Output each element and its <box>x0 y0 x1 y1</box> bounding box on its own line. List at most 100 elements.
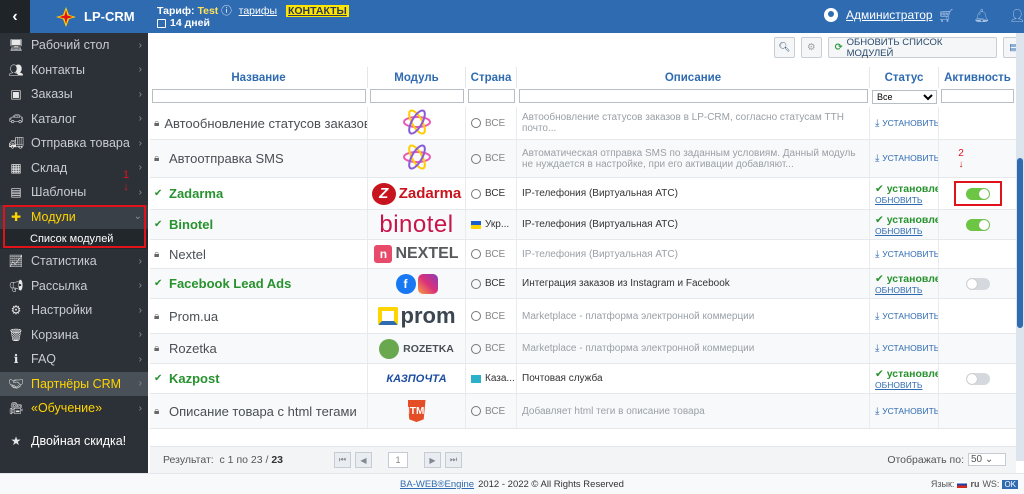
installed-status: установлен <box>875 183 938 195</box>
contacts-link[interactable]: КОНТАКТЫ <box>285 5 349 17</box>
table-row[interactable]: ✔ Facebook Lead Ads f ВСЕ Интеграция заказов… <box>150 269 1016 299</box>
table-row[interactable]: ✔ Binotel binotel Укр... IP-телефония (Вирту… <box>150 210 1016 240</box>
header-module[interactable]: Модуль <box>368 67 466 88</box>
header-status[interactable]: Статус <box>870 67 939 88</box>
module-logo: n NEXTEL <box>368 240 466 268</box>
search-button[interactable]: 🔍︎ <box>774 37 795 58</box>
settings-button[interactable]: ⚙ <box>800 37 822 58</box>
chevron-right-icon: › <box>138 137 142 149</box>
filter-name-input[interactable] <box>152 89 366 103</box>
filter-module-input[interactable] <box>370 89 464 103</box>
sidebar-item[interactable]: 🤝︎ Партнёры CRM › <box>0 371 148 396</box>
filter-active-input[interactable] <box>941 89 1014 103</box>
module-name[interactable]: ✔ Kazpost <box>150 364 368 393</box>
module-name[interactable]: 🔒︎ Nextel <box>150 240 368 268</box>
instagram-icon <box>417 273 438 294</box>
tariffs-link[interactable]: тарифы <box>239 5 277 17</box>
page-number[interactable]: 1 <box>388 452 408 468</box>
scrollbar[interactable] <box>1016 33 1024 461</box>
update-modules-button[interactable]: ⟳ ОБНОВИТЬ СПИСОК МОДУЛЕЙ <box>827 37 998 59</box>
prev-page-button[interactable]: ◀ <box>355 452 372 468</box>
sidebar-item[interactable]: 📈︎ Статистика › <box>0 249 148 274</box>
install-link[interactable]: УСТАНОВИТЬ <box>875 343 938 354</box>
user-name[interactable]: Администратор <box>846 8 933 22</box>
module-name[interactable]: 🔒︎ Автоотправка SMS <box>150 140 368 177</box>
scrollbar-thumb[interactable] <box>1017 158 1023 328</box>
prom-logo-text: prom <box>400 303 456 328</box>
prom-logo: prom <box>377 303 456 329</box>
update-link[interactable]: ОБНОВИТЬ <box>875 285 923 295</box>
info-icon[interactable]: ⓘ <box>221 5 232 17</box>
bell-icon[interactable]: 🔔︎ <box>974 8 991 24</box>
globe-icon <box>471 188 481 199</box>
table-row[interactable]: 🔒︎ Rozetka ROZETKA ВСЕ Marketplace - платфор… <box>150 334 1016 364</box>
lock-icon: 🔒︎ <box>154 117 160 129</box>
per-page-select[interactable]: 50 ⌄ <box>968 453 1006 466</box>
sidebar-item[interactable]: ▣ Заказы › <box>0 82 148 107</box>
module-name[interactable]: ✔ Facebook Lead Ads <box>150 269 368 298</box>
engine-link[interactable]: BA-WEB®Engine <box>400 479 474 490</box>
update-link[interactable]: ОБНОВИТЬ <box>875 380 923 390</box>
sidebar-item[interactable]: 🎥︎ «Обучение» › <box>0 396 148 421</box>
install-link[interactable]: УСТАНОВИТЬ <box>875 311 938 322</box>
module-name[interactable]: 🔒︎ Автообновление статусов заказов <box>150 107 368 139</box>
active-toggle[interactable] <box>965 277 990 290</box>
language-switch[interactable]: Язык: ru WS: OK <box>931 479 1018 489</box>
sidebar-item[interactable]: ★ Двойная скидка! <box>0 429 148 454</box>
update-link[interactable]: ОБНОВИТЬ <box>875 195 923 205</box>
zadarma-logo: Z Zadarma <box>371 182 462 205</box>
install-link[interactable]: УСТАНОВИТЬ <box>875 406 938 417</box>
table-row[interactable]: 🔒︎ Nextel n NEXTEL ВСЕ IP-телефония (Виртуаль… <box>150 240 1016 269</box>
handshake-icon: 🤝︎ <box>8 376 24 391</box>
module-name[interactable]: 🔒︎ Rozetka <box>150 334 368 363</box>
install-link[interactable]: УСТАНОВИТЬ <box>875 249 938 260</box>
zadarma-logo-text: Zadarma <box>398 185 462 202</box>
sidebar-item[interactable]: 🚚︎ Отправка товара › <box>0 131 148 156</box>
header-country[interactable]: Страна <box>466 67 517 88</box>
next-page-button[interactable]: ▶ <box>424 452 441 468</box>
footer: BA-WEB®Engine 2012 - 2022 © All Rights R… <box>0 473 1024 494</box>
filter-description-input[interactable] <box>519 89 868 103</box>
table-row[interactable]: 🔒︎ Автообновление статусов заказов ВСЕ Авто… <box>150 107 1016 140</box>
sidebar-item[interactable]: 👥︎ Контакты › <box>0 58 148 83</box>
header-name[interactable]: Название <box>150 67 368 88</box>
user-menu[interactable]: Администратор <box>824 8 933 22</box>
table-row[interactable]: ✔ Zadarma Z Zadarma ВСЕ IP-телефония (Виртуал… <box>150 178 1016 210</box>
users-icon: 👥︎ <box>8 62 24 77</box>
table-row[interactable]: 🔒︎ Автоотправка SMS ВСЕ Автоматическая отпр… <box>150 140 1016 178</box>
module-name[interactable]: ✔ Zadarma <box>150 178 368 209</box>
user-icon[interactable]: 👤︎ <box>1009 8 1024 24</box>
sidebar-item[interactable]: ℹ FAQ › <box>0 347 148 372</box>
tariff-info: Тариф: Test ⓘ тарифы КОНТАКТЫ <box>157 3 349 18</box>
last-page-button[interactable]: ⏭ <box>445 452 462 468</box>
table-row[interactable]: ✔KazpostКАЗПОЧТАКаза...Почтовая службаус… <box>150 364 1016 394</box>
sidebar-item[interactable]: 🖥︎ Рабочий стол › <box>0 33 148 58</box>
table-row[interactable]: 🔒︎ Prom.ua prom ВСЕ Marketplace - платформа … <box>150 299 1016 334</box>
install-link[interactable]: УСТАНОВИТЬ <box>875 153 938 164</box>
chart-icon: 📈︎ <box>8 254 24 269</box>
annotation-arrow-1: 1 ↓ <box>122 169 130 193</box>
filter-status-select[interactable]: Все <box>872 90 937 104</box>
sidebar-item[interactable]: ⚙ Настройки › <box>0 298 148 323</box>
sidebar-item[interactable]: 🗑︎ Корзина › <box>0 323 148 348</box>
module-name[interactable]: 🔒︎ Описание товара с html тегами <box>150 394 368 428</box>
filter-country-input[interactable] <box>468 89 515 103</box>
html5-logo: HTML <box>407 400 426 422</box>
active-toggle[interactable] <box>965 372 990 385</box>
sidebar-item[interactable]: 📢︎ Рассылка › <box>0 274 148 299</box>
sidebar-item[interactable]: 🚗︎ Каталог › <box>0 107 148 132</box>
header-active[interactable]: Активность <box>939 67 1016 88</box>
logo[interactable]: LP-CRM <box>30 0 148 33</box>
install-link[interactable]: УСТАНОВИТЬ <box>875 118 938 129</box>
header-description[interactable]: Описание <box>517 67 870 88</box>
module-name[interactable]: 🔒︎ Prom.ua <box>150 299 368 333</box>
module-name[interactable]: ✔ Binotel <box>150 210 368 239</box>
update-link[interactable]: ОБНОВИТЬ <box>875 226 923 236</box>
cart-icon[interactable]: 🛒︎ <box>938 8 955 24</box>
sidebar-collapse-button[interactable]: ‹ <box>0 0 30 33</box>
active-toggle[interactable] <box>965 218 990 231</box>
first-page-button[interactable]: ⏮ <box>334 452 351 468</box>
top-bar: ‹ LP-CRM Тариф: Test ⓘ тарифы КОНТАКТЫ 1… <box>0 0 1024 33</box>
info-icon: ℹ <box>13 352 19 367</box>
table-row[interactable]: 🔒︎ Описание товара с html тегами HTML ВСЕ До… <box>150 394 1016 429</box>
